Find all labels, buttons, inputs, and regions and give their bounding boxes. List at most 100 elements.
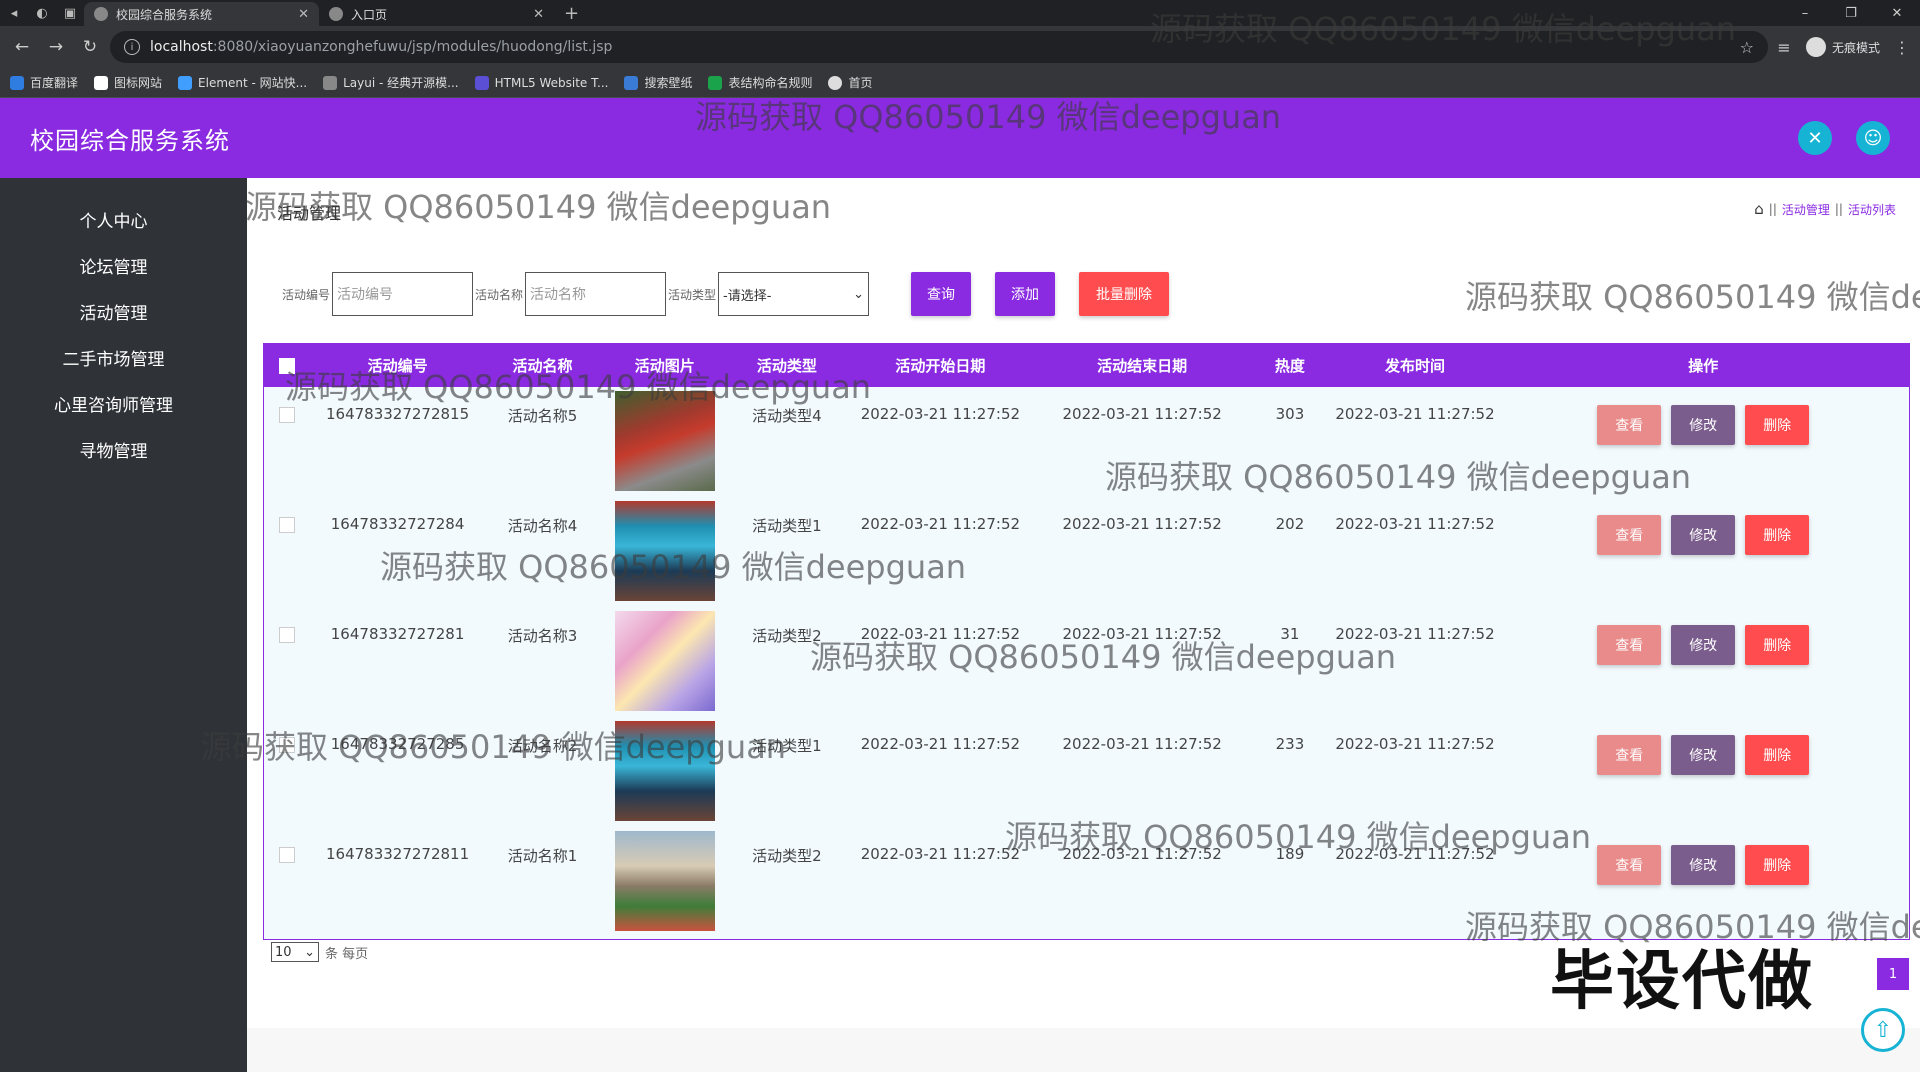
tab-close-icon[interactable]: ✕ (298, 7, 309, 22)
name-input[interactable]: 活动名称 (525, 272, 667, 316)
bookmark-icon (178, 75, 193, 90)
code-input[interactable]: 活动编号 (332, 272, 474, 316)
select-all-checkbox[interactable] (278, 358, 295, 374)
row-checkbox[interactable] (278, 626, 295, 643)
reading-list-icon[interactable]: ≡ (1774, 38, 1794, 57)
bookmark-item[interactable]: 百度翻译 (10, 74, 78, 91)
page-size-select[interactable]: 10 ⌄ (271, 942, 319, 962)
col-code[interactable]: 活动编号 (309, 344, 485, 387)
bookmark-item[interactable]: 图标网站 (94, 74, 162, 91)
browser-tab-active[interactable]: 校园综合服务系统 ✕ (84, 2, 319, 26)
fullscreen-icon[interactable]: ✕ (1798, 121, 1832, 155)
bookmarks-bar: 百度翻译 图标网站 Element - 网站快... Layui - 经典开源模… (0, 68, 1920, 98)
url-host: localhost (150, 39, 213, 55)
sidebar-item-forum[interactable]: 论坛管理 (0, 242, 247, 288)
sidebar-item-market[interactable]: 二手市场管理 (0, 334, 247, 380)
view-button[interactable]: 查看 (1597, 845, 1662, 885)
edit-button[interactable]: 修改 (1671, 845, 1736, 885)
forward-icon[interactable]: → (42, 37, 70, 57)
incognito-indicator[interactable]: 无痕模式 (1800, 37, 1886, 57)
delete-button[interactable]: 删除 (1745, 625, 1810, 665)
activity-thumbnail[interactable] (614, 501, 715, 601)
edit-button[interactable]: 修改 (1671, 515, 1736, 555)
delete-button[interactable]: 删除 (1745, 735, 1810, 775)
row-checkbox[interactable] (278, 736, 295, 753)
add-button[interactable]: 添加 (995, 272, 1056, 316)
breadcrumb-item[interactable]: 活动列表 (1848, 201, 1896, 218)
tab-title: 入口页 (351, 7, 388, 22)
col-name[interactable]: 活动名称 (486, 344, 600, 387)
reload-icon[interactable]: ↻ (76, 37, 104, 57)
bookmark-icon (474, 75, 489, 90)
cell-start: 2022-03-21 11:27:52 (860, 405, 1021, 423)
table-row: 16478332727281 活动名称3 活动类型2 2022-03-21 11… (264, 607, 1909, 717)
cell-type: 活动类型1 (752, 517, 822, 535)
delete-button[interactable]: 删除 (1745, 845, 1810, 885)
bookmark-item[interactable]: 搜索壁纸 (624, 74, 692, 91)
close-window-icon[interactable]: ✕ (1874, 0, 1920, 26)
tab-audio-icon[interactable]: ◂ (0, 0, 28, 26)
activity-thumbnail[interactable] (614, 831, 715, 931)
sidebar-item-lost-found[interactable]: 寻物管理 (0, 426, 247, 472)
sidebar-item-activity[interactable]: 活动管理 (0, 288, 247, 334)
col-type[interactable]: 活动类型 (730, 344, 844, 387)
row-checkbox[interactable] (278, 406, 295, 423)
new-tab-icon[interactable]: + (554, 2, 589, 26)
bookmark-star-icon[interactable]: ☆ (1740, 38, 1754, 57)
overlay-banner-text: 毕设代做 (1550, 945, 1814, 1019)
view-button[interactable]: 查看 (1597, 405, 1662, 445)
page-button-current[interactable]: 1 (1877, 958, 1909, 990)
col-heat[interactable]: 热度 (1247, 344, 1332, 387)
cell-end: 2022-03-21 11:27:52 (1062, 625, 1222, 643)
home-icon[interactable]: ⌂ (1754, 200, 1764, 218)
activity-thumbnail[interactable] (614, 391, 715, 491)
cell-end: 2022-03-21 11:27:52 (1062, 405, 1222, 423)
bookmark-item[interactable]: 首页 (828, 74, 873, 91)
activity-thumbnail[interactable] (614, 611, 715, 711)
address-bar-row: ← → ↻ i localhost:8080/xiaoyuanzonghefuw… (0, 26, 1920, 68)
minimize-icon[interactable]: – (1782, 0, 1828, 26)
cell-name: 活动名称4 (507, 517, 578, 535)
bookmark-icon (708, 75, 723, 90)
edit-button[interactable]: 修改 (1671, 405, 1736, 445)
view-button[interactable]: 查看 (1597, 735, 1662, 775)
col-published[interactable]: 发布时间 (1333, 344, 1498, 387)
browser-menu-icon[interactable]: ⋮ (1892, 38, 1912, 57)
url-field[interactable]: i localhost:8080/xiaoyuanzonghefuwu/jsp/… (110, 31, 1768, 63)
query-button[interactable]: 查询 (911, 272, 972, 316)
edit-button[interactable]: 修改 (1671, 625, 1736, 665)
activity-thumbnail[interactable] (614, 721, 715, 821)
cell-end: 2022-03-21 11:27:52 (1062, 515, 1222, 533)
browser-tab[interactable]: 入口页 ✕ (319, 2, 554, 26)
row-checkbox[interactable] (278, 846, 295, 863)
view-button[interactable]: 查看 (1597, 515, 1662, 555)
back-to-top-icon[interactable]: ⇧ (1861, 1008, 1905, 1052)
batch-delete-button[interactable]: 批量删除 (1079, 272, 1170, 316)
sidebar-item-personal[interactable]: 个人中心 (0, 196, 247, 242)
bookmark-item[interactable]: HTML5 Website T... (474, 75, 608, 90)
delete-button[interactable]: 删除 (1745, 405, 1810, 445)
edit-button[interactable]: 修改 (1671, 735, 1736, 775)
view-button[interactable]: 查看 (1597, 625, 1662, 665)
bookmark-icon (828, 75, 843, 90)
site-info-icon[interactable]: i (124, 39, 140, 55)
cell-heat: 233 (1275, 735, 1305, 753)
back-icon[interactable]: ← (8, 37, 36, 57)
sidebar-item-counselor[interactable]: 心里咨询师管理 (0, 380, 247, 426)
restore-icon[interactable]: ❐ (1828, 0, 1874, 26)
pinned-tab-icon-2[interactable]: ▣ (56, 0, 84, 26)
pinned-tab-icon[interactable]: ◐ (28, 0, 56, 26)
tab-close-icon[interactable]: ✕ (533, 7, 544, 22)
page-size-value: 10 (275, 944, 292, 960)
bookmark-item[interactable]: Layui - 经典开源模... (323, 74, 459, 91)
window-controls: – ❐ ✕ (1782, 0, 1920, 26)
bookmark-item[interactable]: 表结构命名规则 (708, 74, 812, 91)
user-icon[interactable]: ☺ (1856, 121, 1890, 155)
col-start[interactable]: 活动开始日期 (844, 344, 1037, 387)
breadcrumb-item[interactable]: 活动管理 (1782, 201, 1830, 218)
type-select[interactable]: -请选择- ⌄ (718, 272, 870, 316)
row-checkbox[interactable] (278, 516, 295, 533)
col-end[interactable]: 活动结束日期 (1037, 344, 1247, 387)
bookmark-item[interactable]: Element - 网站快... (178, 74, 307, 91)
delete-button[interactable]: 删除 (1745, 515, 1810, 555)
